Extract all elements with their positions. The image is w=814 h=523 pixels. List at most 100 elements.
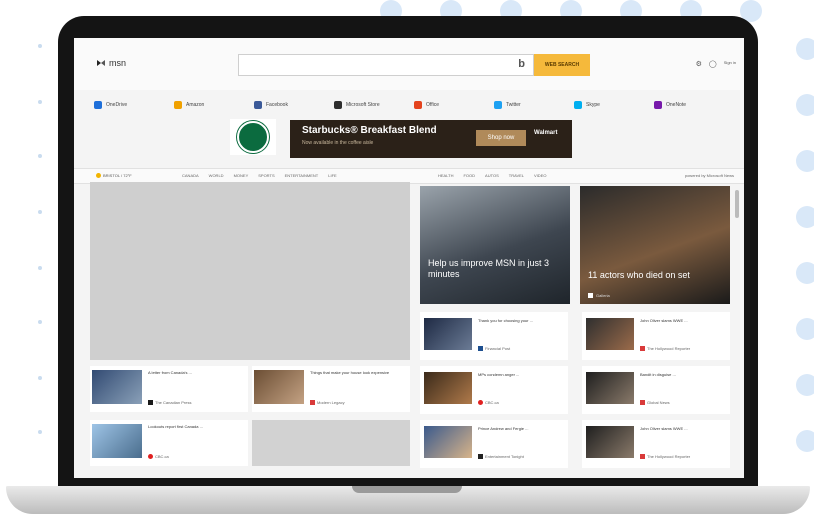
- quick-link-facebook[interactable]: Facebook: [254, 96, 334, 114]
- quick-link-skype[interactable]: Skype: [574, 96, 654, 114]
- source-icon: [588, 293, 593, 298]
- decor-dot: [38, 100, 42, 104]
- news-card[interactable]: Lookouts report first Canada ... CBC.ca: [90, 420, 248, 466]
- decor-dot: [796, 318, 814, 340]
- weather-widget[interactable]: BRISTOL / 72°F: [96, 173, 132, 178]
- quick-link-twitter[interactable]: Twitter: [494, 96, 574, 114]
- decor-dot: [796, 38, 814, 60]
- msn-logo[interactable]: msn: [96, 58, 126, 68]
- scrollbar[interactable]: [735, 190, 739, 218]
- powered-by-text: powered by Microsoft News: [684, 173, 734, 178]
- news-source: Entertainment Tonight: [478, 454, 524, 459]
- news-title: Things that make your house look expensi…: [310, 370, 390, 375]
- quick-link-label: Microsoft Store: [346, 102, 380, 108]
- user-icon[interactable]: ◯: [709, 60, 717, 68]
- nav-item[interactable]: MONEY: [234, 173, 249, 178]
- quick-link-store[interactable]: Microsoft Store: [334, 96, 414, 114]
- hero-image-placeholder[interactable]: [90, 182, 410, 360]
- news-thumbnail: [92, 370, 142, 404]
- browser-screen: msn b WEB SEARCH ⚙ ◯ Sign in OneDrive Am…: [74, 38, 744, 478]
- starbucks-siren-icon: [237, 121, 269, 153]
- source-label: Modern Legacy: [317, 400, 345, 405]
- decor-dot: [38, 266, 42, 270]
- featured-card[interactable]: Help us improve MSN in just 3 minutes: [420, 186, 570, 304]
- news-source: The Hollywood Reporter: [640, 346, 690, 351]
- news-source: CBC.ca: [478, 400, 499, 405]
- nav-item[interactable]: WORLD: [209, 173, 224, 178]
- nav-item[interactable]: CANADA: [182, 173, 199, 178]
- news-card[interactable]: Prince Andrew and Fergie ... Entertainme…: [420, 420, 568, 468]
- news-thumbnail: [424, 426, 472, 458]
- decor-dot: [796, 206, 814, 228]
- news-card[interactable]: John Oliver slams WWE ... The Hollywood …: [582, 420, 730, 468]
- sign-in-link[interactable]: Sign in: [724, 60, 736, 68]
- decor-dot: [38, 44, 42, 48]
- quick-link-amazon[interactable]: Amazon: [174, 96, 254, 114]
- ad-shop-button[interactable]: Shop now: [476, 130, 526, 146]
- quick-link-office[interactable]: Office: [414, 96, 494, 114]
- source-icon: [148, 400, 153, 405]
- news-thumbnail: [586, 372, 634, 404]
- ad-title: Starbucks® Breakfast Blend: [302, 125, 437, 136]
- news-title: Thank you for choosing your ...: [478, 318, 533, 323]
- web-search-button[interactable]: WEB SEARCH: [534, 54, 590, 76]
- source-icon: [478, 400, 483, 405]
- news-source: Modern Legacy: [310, 400, 345, 405]
- nav-item[interactable]: FOOD: [463, 173, 475, 178]
- store-icon: [334, 101, 342, 109]
- advertisement-banner[interactable]: Starbucks® Breakfast Blend Now available…: [290, 120, 572, 158]
- source-label: CBC.ca: [155, 454, 169, 459]
- sun-icon: [96, 173, 101, 178]
- news-title: John Oliver slams WWE ...: [640, 318, 688, 323]
- source-icon: [148, 454, 153, 459]
- bing-icon: b: [518, 58, 525, 70]
- featured-card[interactable]: 11 actors who died on set Galleria: [580, 186, 730, 304]
- news-card[interactable]: A letter from Canada's ... The Canadian …: [90, 366, 248, 412]
- msn-header: msn b WEB SEARCH ⚙ ◯ Sign in: [74, 38, 744, 90]
- news-thumbnail: [424, 318, 472, 350]
- nav-item[interactable]: LIFE: [328, 173, 336, 178]
- news-card[interactable]: MPs condemn anger ... CBC.ca: [420, 366, 568, 414]
- nav-right-items: HEALTH FOOD AUTOS TRAVEL VIDEO: [438, 173, 546, 178]
- quick-link-onenote[interactable]: OneNote: [654, 96, 734, 114]
- news-card[interactable]: Thank you for choosing your ... Financia…: [420, 312, 568, 360]
- featured-source: Galleria: [588, 293, 610, 298]
- news-card[interactable]: Bandit in disguise ... Global News: [582, 366, 730, 414]
- news-card[interactable]: John Oliver slams WWE ... The Hollywood …: [582, 312, 730, 360]
- nav-item[interactable]: TRAVEL: [509, 173, 524, 178]
- search-box[interactable]: b: [238, 54, 534, 76]
- quick-link-label: Office: [426, 102, 439, 108]
- news-title: Lookouts report first Canada ...: [148, 424, 203, 429]
- settings-gear-icon[interactable]: ⚙: [696, 60, 702, 68]
- source-icon: [310, 400, 315, 405]
- decor-dot: [38, 320, 42, 324]
- starbucks-logo[interactable]: [230, 119, 276, 155]
- nav-item[interactable]: AUTOS: [485, 173, 499, 178]
- news-card[interactable]: Things that make your house look expensi…: [252, 366, 410, 412]
- quick-link-label: Skype: [586, 102, 600, 108]
- onedrive-icon: [94, 101, 102, 109]
- nav-item[interactable]: VIDEO: [534, 173, 546, 178]
- quick-link-label: OneNote: [666, 102, 687, 108]
- twitter-icon: [494, 101, 502, 109]
- search-input[interactable]: [239, 55, 503, 76]
- logo-text: msn: [109, 58, 127, 68]
- news-title: MPs condemn anger ...: [478, 372, 520, 377]
- source-label: Global News: [647, 400, 670, 405]
- weather-text: BRISTOL / 72°F: [103, 173, 132, 178]
- news-title: A letter from Canada's ...: [148, 370, 192, 375]
- source-label: Financial Post: [485, 346, 511, 351]
- nav-left-items: CANADA WORLD MONEY SPORTS ENTERTAINMENT …: [182, 173, 337, 178]
- facebook-icon: [254, 101, 262, 109]
- nav-item[interactable]: ENTERTAINMENT: [285, 173, 319, 178]
- office-icon: [414, 101, 422, 109]
- quick-link-onedrive[interactable]: OneDrive: [94, 96, 174, 114]
- news-thumbnail: [586, 318, 634, 350]
- decor-dot: [796, 430, 814, 452]
- nav-item[interactable]: SPORTS: [258, 173, 274, 178]
- news-card-placeholder[interactable]: [252, 420, 410, 466]
- quick-link-label: Twitter: [506, 102, 521, 108]
- news-thumbnail: [424, 372, 472, 404]
- news-thumbnail: [586, 426, 634, 458]
- nav-item[interactable]: HEALTH: [438, 173, 453, 178]
